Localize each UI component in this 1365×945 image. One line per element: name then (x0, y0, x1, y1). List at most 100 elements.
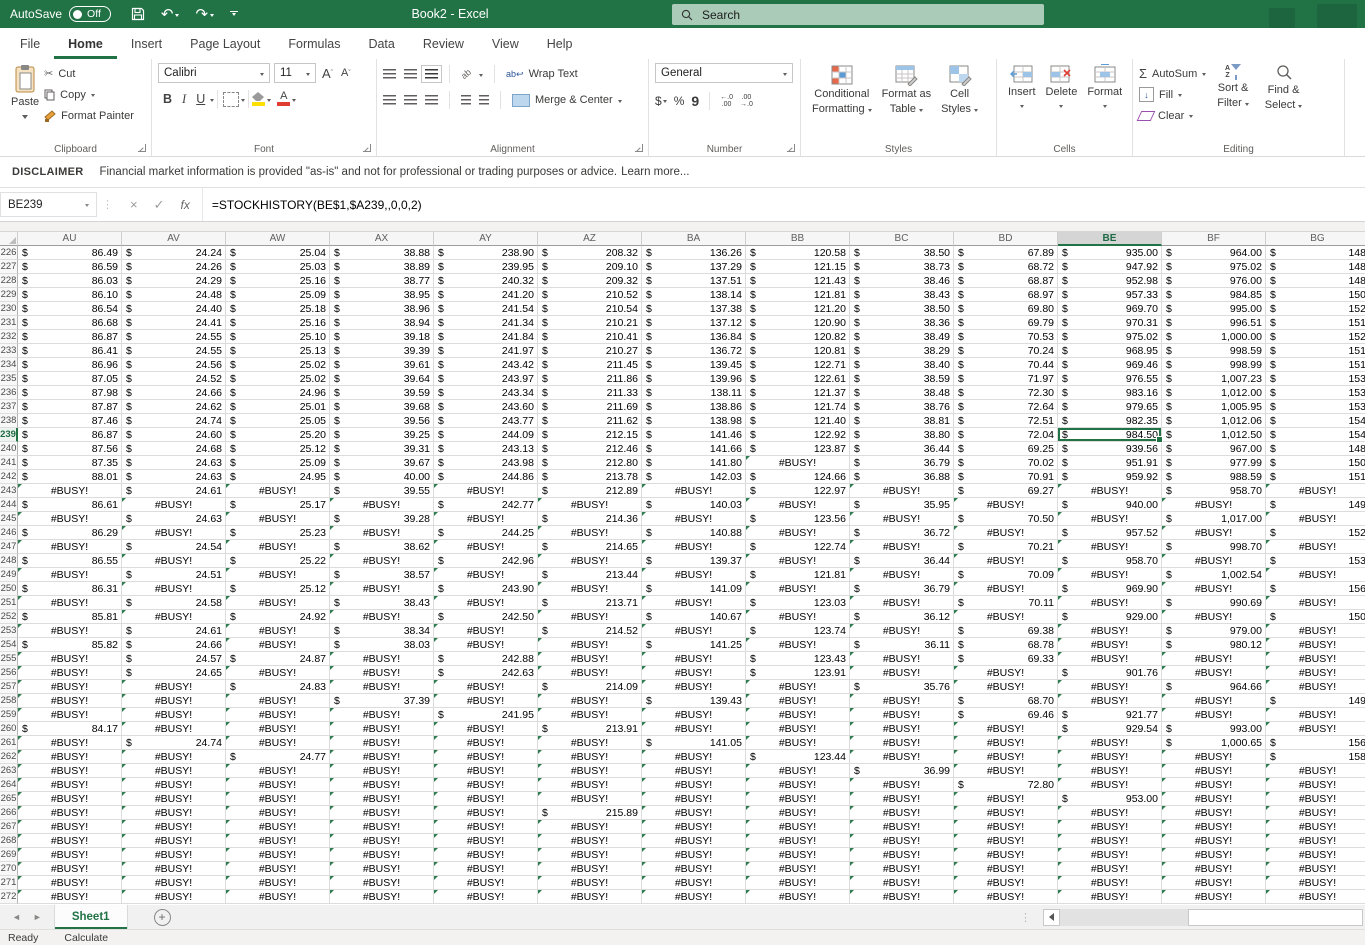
cell-BF255[interactable]: #BUSY! (1162, 652, 1266, 666)
cell-BE257[interactable]: #BUSY! (1058, 680, 1162, 694)
cell-BB232[interactable]: $120.82 (746, 330, 850, 344)
sort-filter-dropdown-icon[interactable] (1244, 102, 1249, 108)
cell-BB266[interactable]: #BUSY! (746, 806, 850, 820)
cell-BB236[interactable]: $121.37 (746, 386, 850, 400)
cell-AV247[interactable]: $24.54 (122, 540, 226, 554)
cell-BA226[interactable]: $136.26 (642, 246, 746, 260)
cell-BD240[interactable]: $69.25 (954, 442, 1058, 456)
cell-AZ230[interactable]: $210.54 (538, 302, 642, 316)
increase-indent-icon[interactable] (479, 95, 489, 105)
cell-AY267[interactable]: #BUSY! (434, 820, 538, 834)
merge-center-button[interactable]: Merge & Center (512, 90, 622, 111)
cell-AY234[interactable]: $243.42 (434, 358, 538, 372)
cell-BE263[interactable]: #BUSY! (1058, 764, 1162, 778)
align-center-icon[interactable] (404, 95, 417, 105)
cell-BD233[interactable]: $70.24 (954, 344, 1058, 358)
cell-AU253[interactable]: #BUSY! (18, 624, 122, 638)
cell-AX258[interactable]: $37.39 (330, 694, 434, 708)
cell-BC249[interactable]: #BUSY! (850, 568, 954, 582)
cell-AV243[interactable]: $24.61 (122, 484, 226, 498)
cell-BC271[interactable]: #BUSY! (850, 876, 954, 890)
cell-BD250[interactable]: #BUSY! (954, 582, 1058, 596)
cell-BC242[interactable]: $36.88 (850, 470, 954, 484)
cell-AW259[interactable]: #BUSY! (226, 708, 330, 722)
cell-AW239[interactable]: $25.20 (226, 428, 330, 442)
cell-AV229[interactable]: $24.48 (122, 288, 226, 302)
row-header-263[interactable]: 263 (0, 764, 18, 778)
cell-BG256[interactable]: #BUSY! (1266, 666, 1365, 680)
cell-AY237[interactable]: $243.60 (434, 400, 538, 414)
cell-AZ264[interactable]: #BUSY! (538, 778, 642, 792)
cell-AY246[interactable]: $244.25 (434, 526, 538, 540)
tab-review[interactable]: Review (409, 28, 478, 59)
cell-BD260[interactable]: #BUSY! (954, 722, 1058, 736)
autosave-toggle[interactable]: AutoSave Off (10, 6, 111, 22)
cell-BC269[interactable]: #BUSY! (850, 848, 954, 862)
cell-AW260[interactable]: #BUSY! (226, 722, 330, 736)
cell-AZ263[interactable]: #BUSY! (538, 764, 642, 778)
align-middle-icon[interactable] (404, 69, 417, 79)
cell-AY266[interactable]: #BUSY! (434, 806, 538, 820)
cell-AV232[interactable]: $24.55 (122, 330, 226, 344)
cell-AW254[interactable]: #BUSY! (226, 638, 330, 652)
cell-BF239[interactable]: $1,012.50 (1162, 428, 1266, 442)
cell-AY272[interactable]: #BUSY! (434, 890, 538, 904)
cell-BE227[interactable]: $947.92 (1058, 260, 1162, 274)
cell-BE266[interactable]: #BUSY! (1058, 806, 1162, 820)
cell-AX260[interactable]: #BUSY! (330, 722, 434, 736)
cell-AV264[interactable]: #BUSY! (122, 778, 226, 792)
cell-BC253[interactable]: #BUSY! (850, 624, 954, 638)
cell-BC266[interactable]: #BUSY! (850, 806, 954, 820)
tab-insert[interactable]: Insert (117, 28, 176, 59)
cell-BD228[interactable]: $68.87 (954, 274, 1058, 288)
cell-AZ254[interactable]: #BUSY! (538, 638, 642, 652)
cell-AW250[interactable]: $25.12 (226, 582, 330, 596)
cell-BD226[interactable]: $67.89 (954, 246, 1058, 260)
cell-AZ259[interactable]: #BUSY! (538, 708, 642, 722)
cell-AV258[interactable]: #BUSY! (122, 694, 226, 708)
row-header-252[interactable]: 252 (0, 610, 18, 624)
cell-BD243[interactable]: $69.27 (954, 484, 1058, 498)
cell-BB246[interactable]: #BUSY! (746, 526, 850, 540)
cell-AU263[interactable]: #BUSY! (18, 764, 122, 778)
align-left-icon[interactable] (383, 95, 396, 105)
cell-BA251[interactable]: #BUSY! (642, 596, 746, 610)
cell-AX242[interactable]: $40.00 (330, 470, 434, 484)
cell-AW246[interactable]: $25.23 (226, 526, 330, 540)
cell-AV240[interactable]: $24.68 (122, 442, 226, 456)
cell-BF264[interactable]: #BUSY! (1162, 778, 1266, 792)
cell-BC256[interactable]: #BUSY! (850, 666, 954, 680)
row-header-257[interactable]: 257 (0, 680, 18, 694)
cell-AV242[interactable]: $24.63 (122, 470, 226, 484)
cell-BF254[interactable]: $980.12 (1162, 638, 1266, 652)
cell-BG238[interactable]: $154 (1266, 414, 1365, 428)
cell-AV230[interactable]: $24.40 (122, 302, 226, 316)
tab-page-layout[interactable]: Page Layout (176, 28, 274, 59)
comma-style-button[interactable]: 9 (691, 93, 699, 109)
insert-function-button[interactable]: fx (181, 198, 190, 212)
cell-AY229[interactable]: $241.20 (434, 288, 538, 302)
cell-BE245[interactable]: #BUSY! (1058, 512, 1162, 526)
cell-BD238[interactable]: $72.51 (954, 414, 1058, 428)
row-header-265[interactable]: 265 (0, 792, 18, 806)
cell-BF247[interactable]: $998.70 (1162, 540, 1266, 554)
cell-AZ250[interactable]: #BUSY! (538, 582, 642, 596)
cell-AY270[interactable]: #BUSY! (434, 862, 538, 876)
cell-AW237[interactable]: $25.01 (226, 400, 330, 414)
cell-BF258[interactable]: #BUSY! (1162, 694, 1266, 708)
cell-AX265[interactable]: #BUSY! (330, 792, 434, 806)
cell-BB265[interactable]: #BUSY! (746, 792, 850, 806)
cell-AZ227[interactable]: $209.10 (538, 260, 642, 274)
cell-AZ244[interactable]: #BUSY! (538, 498, 642, 512)
cell-BC240[interactable]: $36.44 (850, 442, 954, 456)
cell-AX232[interactable]: $39.18 (330, 330, 434, 344)
cell-BF226[interactable]: $964.00 (1162, 246, 1266, 260)
cell-AX227[interactable]: $38.89 (330, 260, 434, 274)
column-header-AV[interactable]: AV (122, 232, 226, 246)
cell-AU240[interactable]: $87.56 (18, 442, 122, 456)
cell-BG250[interactable]: $156 (1266, 582, 1365, 596)
cell-BF269[interactable]: #BUSY! (1162, 848, 1266, 862)
tab-help[interactable]: Help (533, 28, 587, 59)
cell-AW242[interactable]: $24.95 (226, 470, 330, 484)
cell-AW257[interactable]: $24.83 (226, 680, 330, 694)
